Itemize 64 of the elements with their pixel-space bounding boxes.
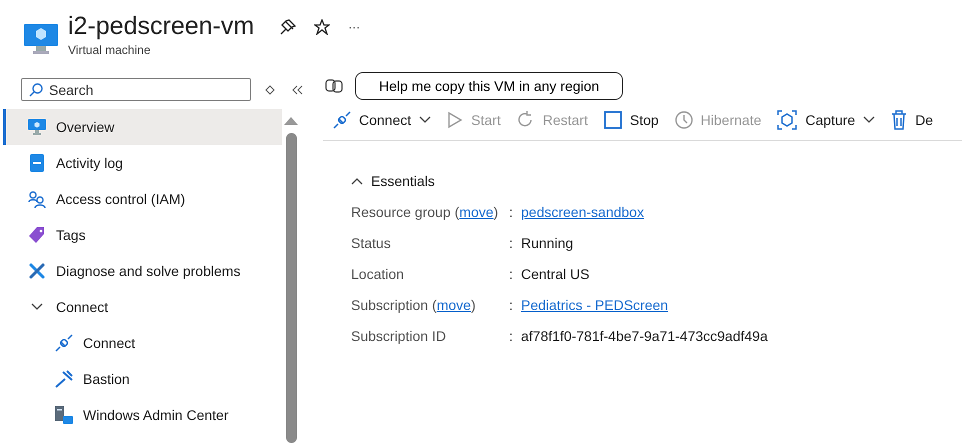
capture-icon: [777, 110, 798, 130]
plug-icon: [333, 111, 351, 129]
essentials-toggle[interactable]: Essentials: [351, 173, 435, 189]
book-icon: [30, 154, 44, 172]
property-label: Location: [351, 265, 404, 284]
colon: :: [509, 265, 514, 284]
property-label: Subscription ID: [351, 327, 446, 346]
property-link[interactable]: pedscreen-sandbox: [521, 203, 962, 222]
diamond-icon[interactable]: [263, 82, 277, 96]
page-title: i2-pedscreen-vm: [68, 12, 254, 41]
people-icon: [28, 190, 46, 208]
more-button[interactable]: ···: [346, 20, 362, 34]
clock-icon: [674, 111, 693, 129]
nav-item[interactable]: Diagnose and solve problems: [3, 253, 282, 289]
colon: :: [509, 327, 514, 346]
plug-icon: [55, 334, 73, 352]
property-label: Resource group: [351, 203, 451, 222]
property-value: af78f1f0-781f-4be7-9a71-473cc9adf49a: [521, 327, 769, 346]
chevron-icon: [31, 303, 43, 311]
tools-icon: [28, 262, 46, 280]
paren: ): [494, 203, 498, 222]
copilot-prompt-button[interactable]: Help me copy this VM in any region: [355, 72, 624, 100]
monitor-icon: [28, 119, 46, 135]
property-link[interactable]: Pediatrics - PEDScreen: [521, 296, 962, 315]
nav-item[interactable]: Windows Admin Center: [3, 397, 282, 433]
nav-group[interactable]: Connect: [3, 289, 282, 325]
nav-item[interactable]: Overview: [3, 109, 282, 145]
toolbar-button[interactable]: Stop: [604, 111, 659, 129]
server-icon: [55, 406, 73, 424]
property-label: Subscription: [351, 296, 428, 315]
pin-icon[interactable]: [278, 16, 298, 36]
search-field[interactable]: Search: [21, 78, 251, 101]
colon: :: [509, 203, 514, 222]
stop-icon: [604, 111, 622, 129]
search-icon: [29, 83, 43, 97]
move-link[interactable]: move: [459, 203, 494, 222]
colon: :: [509, 296, 514, 315]
property-label: Status: [351, 234, 391, 253]
resource-type: Virtual machine: [68, 43, 152, 57]
nav-item[interactable]: Bastion: [3, 361, 282, 397]
move-link[interactable]: move: [436, 296, 471, 315]
monitor-icon: [24, 22, 58, 56]
toolbar-button[interactable]: Connect: [333, 111, 432, 129]
star-icon[interactable]: [312, 16, 332, 36]
tag-icon: [28, 226, 46, 244]
toolbar-button[interactable]: Capture: [777, 110, 876, 130]
toolbar-button[interactable]: De: [891, 110, 934, 130]
chevron-icon: [351, 177, 363, 185]
scrollbar-thumb[interactable]: [286, 133, 296, 443]
paren: (: [454, 203, 460, 222]
colon: :: [509, 234, 514, 253]
bastion-icon: [55, 370, 73, 388]
nav-item[interactable]: Activity log: [3, 145, 282, 181]
nav-item[interactable]: Access control (IAM): [3, 181, 282, 217]
nav-item[interactable]: Connect: [3, 325, 282, 361]
paren: ): [470, 296, 476, 315]
trash-icon: [891, 110, 908, 130]
scroll-up-icon[interactable]: [284, 117, 298, 125]
property-value: Running: [521, 234, 574, 253]
copilot-icon: [325, 77, 343, 95]
nav-item[interactable]: Tags: [3, 217, 282, 253]
property-value: Central US: [521, 265, 590, 284]
play-icon: [447, 111, 464, 129]
paren: (: [432, 296, 437, 315]
